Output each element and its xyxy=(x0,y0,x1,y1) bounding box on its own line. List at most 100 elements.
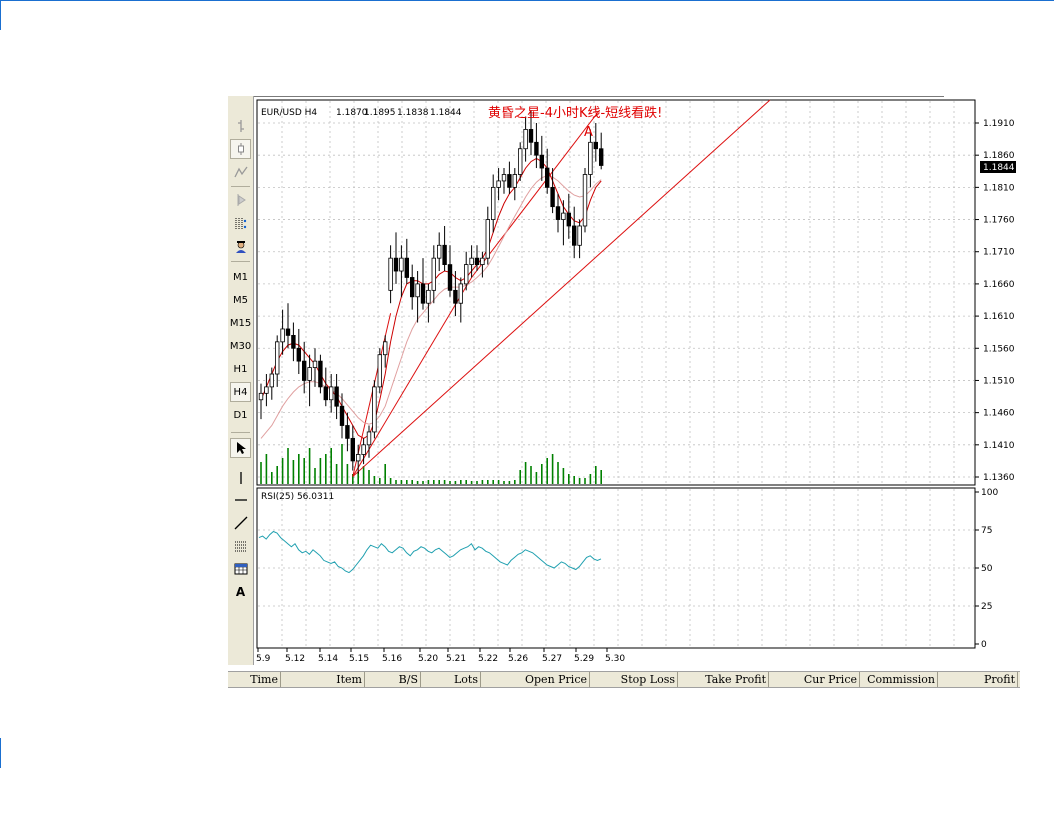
rsi-label: RSI(25) 56.0311 xyxy=(261,492,334,502)
rsi-tick-label: 50 xyxy=(981,564,993,574)
candle-body xyxy=(350,437,355,462)
candle-body xyxy=(361,444,366,455)
candle-body xyxy=(366,431,372,446)
price-tick-label: 1.1660 xyxy=(983,280,1015,290)
candle-body xyxy=(382,341,388,356)
col-take-profit[interactable]: Take Profit xyxy=(678,672,769,687)
candle-body xyxy=(377,354,382,388)
candle-body xyxy=(355,454,361,462)
candle-body xyxy=(490,186,496,220)
candle-body xyxy=(474,257,480,265)
candle-body xyxy=(463,264,469,285)
price-tick-label: 1.1360 xyxy=(983,473,1015,483)
col-profit[interactable]: Profit xyxy=(938,672,1018,687)
candle-body xyxy=(512,174,517,188)
candle-body xyxy=(269,373,274,388)
candle-body xyxy=(501,174,507,182)
price-tick-label: 1.1410 xyxy=(983,441,1015,451)
candle-body xyxy=(291,334,296,349)
rsi-tick-label: 100 xyxy=(981,488,998,498)
time-tick-label: 5.9 xyxy=(256,654,271,664)
candle-body xyxy=(534,141,539,156)
time-tick-label: 5.22 xyxy=(478,654,498,664)
candle-body xyxy=(588,141,593,175)
candle-body xyxy=(307,367,312,381)
time-tick-label: 5.14 xyxy=(318,654,338,664)
candle-body xyxy=(485,219,490,259)
candle-body xyxy=(523,129,528,150)
candle-body xyxy=(550,186,555,208)
candle-body xyxy=(431,257,436,291)
annotation-text: 黄昏之星-4小时K线-短线看跌! xyxy=(488,105,662,121)
time-tick-label: 5.20 xyxy=(418,654,438,664)
candle-body xyxy=(415,283,420,298)
price-tick-label: 1.1710 xyxy=(983,248,1015,258)
candle-body xyxy=(264,386,269,394)
candle-body xyxy=(420,283,426,304)
candle-body xyxy=(312,360,318,368)
rsi-tick-label: 25 xyxy=(981,602,992,612)
candle-body xyxy=(399,257,404,272)
candle-body xyxy=(572,225,577,246)
price-tick-label: 1.1860 xyxy=(983,151,1015,161)
time-tick-label: 5.29 xyxy=(574,654,594,664)
col-open-price[interactable]: Open Price xyxy=(481,672,590,687)
col-cur-price[interactable]: Cur Price xyxy=(769,672,860,687)
price-tick-label: 1.1460 xyxy=(983,409,1015,419)
price-axis: 1.1910 1.1860 1.1810 1.1760 1.1710 1.1660 1.16… xyxy=(975,119,1015,483)
col-commission[interactable]: Commission xyxy=(860,672,938,687)
candle-body xyxy=(453,289,458,304)
col-lots[interactable]: Lots xyxy=(421,672,481,687)
candle-body xyxy=(442,244,447,266)
pattern-marker: A xyxy=(584,125,593,140)
candle-body xyxy=(496,180,501,188)
candle-body xyxy=(409,277,415,298)
candle-body xyxy=(480,257,485,265)
low-price: 1.1838 xyxy=(397,108,429,118)
rsi-tick-label: 0 xyxy=(981,640,987,650)
time-tick-label: 5.16 xyxy=(382,654,402,664)
candle-body xyxy=(323,386,328,401)
candle-body xyxy=(393,257,399,272)
candle-body xyxy=(280,328,285,343)
candle-body xyxy=(258,392,264,401)
close-price: 1.1844 xyxy=(430,108,462,118)
terminal-header: Time Item B/S Lots Open Price Stop Loss … xyxy=(228,671,1020,688)
candle-body xyxy=(507,174,512,188)
candle-body xyxy=(285,328,291,336)
candle-body xyxy=(593,141,598,150)
price-tick-label: 1.1910 xyxy=(983,119,1015,129)
candle-body xyxy=(296,347,301,362)
candle-body xyxy=(274,341,280,375)
price-tick-label: 1.1760 xyxy=(983,216,1015,226)
time-tick-label: 5.15 xyxy=(349,654,369,664)
price-tick-label: 1.1610 xyxy=(983,312,1015,322)
candle-body xyxy=(328,386,334,401)
candle-body xyxy=(436,244,442,259)
candle-body xyxy=(334,386,339,407)
candle-body xyxy=(545,167,550,188)
candle-body xyxy=(339,405,345,426)
col-stop-loss[interactable]: Stop Loss xyxy=(590,672,678,687)
time-tick-label: 5.30 xyxy=(605,654,625,664)
candle-body xyxy=(447,264,453,291)
rsi-tick-label: 75 xyxy=(981,526,992,536)
candle-body xyxy=(577,225,582,246)
candle-body xyxy=(518,148,523,175)
candle-body xyxy=(469,257,474,265)
col-item[interactable]: Item xyxy=(281,672,365,687)
col-bs[interactable]: B/S xyxy=(365,672,421,687)
time-tick-label: 5.12 xyxy=(285,654,305,664)
time-tick-label: 5.21 xyxy=(446,654,466,664)
price-tick-label: 1.1810 xyxy=(983,183,1015,193)
time-tick-label: 5.26 xyxy=(508,654,528,664)
candle-body xyxy=(426,289,431,304)
candle-body xyxy=(555,206,561,220)
symbol-label: EUR/USD H4 xyxy=(261,108,317,118)
candle-body xyxy=(372,386,377,433)
price-tick-label: 1.1560 xyxy=(983,344,1015,354)
time-axis: 5.9 5.12 5.14 5.15 5.16 5.20 5.21 5.22 5.26 5.27 5… xyxy=(256,648,625,664)
col-time[interactable]: Time xyxy=(228,672,281,687)
high-price: 1.1895 xyxy=(364,108,396,118)
candle-body xyxy=(539,154,544,169)
